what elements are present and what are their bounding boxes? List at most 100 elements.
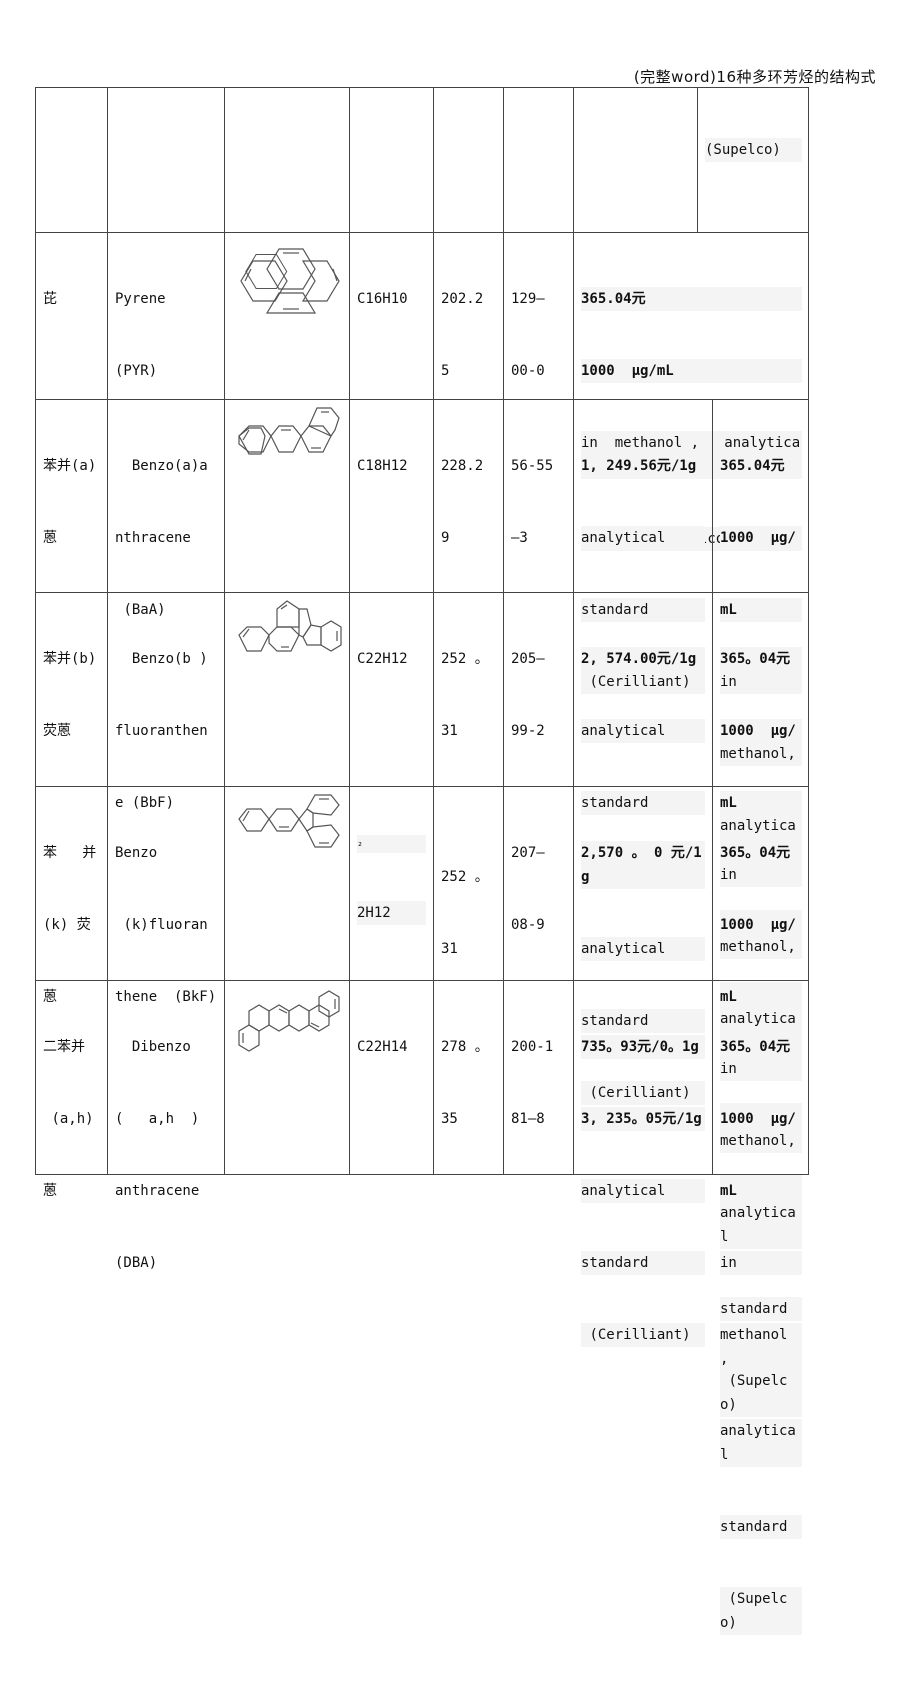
- price-cell-merged: 365.04元 1000 μg/mL in methanol , analyti…: [573, 232, 809, 551]
- chinese-name-cell: 二苯并 (a,h) 蒽: [35, 980, 107, 1199]
- price-line: 1000 μg/: [720, 526, 802, 550]
- english-name-cell: Pyrene (PYR): [107, 232, 224, 399]
- dibenzo-a-h-anthracene-structure-icon: [238, 990, 340, 1052]
- structure-cell: [224, 232, 349, 399]
- price-cell-b: 365。04元 1000 μg/ mL in methanol, analyti…: [712, 786, 809, 1417]
- price-line: mL: [720, 1179, 802, 1203]
- price-line: 1000 μg/: [720, 719, 802, 743]
- english-name-cell: Dibenzo ( a,h ) anthracene (DBA): [107, 980, 224, 1271]
- mw-line: 202.2: [441, 291, 484, 307]
- price-cell-a: 2, 574.00元/1g analytical standard (Ceril…: [573, 592, 712, 887]
- mw-cell: 252 。 31: [433, 592, 503, 786]
- price-line: 365。04元: [720, 647, 802, 671]
- price-line: 1000 μg/mL: [581, 359, 802, 383]
- cas-line: 56-55: [511, 458, 554, 474]
- pyrene-structure-icon: [240, 248, 340, 314]
- price-cell-b: 365.04元 1000 μg/ mL in methanol, analyti…: [712, 399, 809, 1006]
- top-row-cell-1: [35, 87, 107, 232]
- price-line: analytical: [581, 937, 705, 961]
- formula-cell: C22H14: [349, 980, 433, 1175]
- price-line: 365.04元: [720, 454, 802, 478]
- mw-cell: 278 。 35: [433, 980, 503, 1175]
- formula: C22H12: [357, 651, 408, 667]
- chinese-name-line: 二苯并: [43, 1039, 85, 1055]
- mw-line: 31: [441, 941, 458, 957]
- document-header-title: (完整word)16种多环芳烃的结构式: [633, 68, 876, 86]
- price-line: analytical: [581, 719, 705, 743]
- mw-line: 252 。: [441, 651, 489, 667]
- english-name-line: Benzo(a)a: [115, 458, 208, 474]
- english-name-line: Benzo: [115, 845, 158, 861]
- price-line: standard: [720, 1515, 802, 1539]
- top-row-cell-6: [503, 87, 573, 232]
- price-cell-b: 365。04元 1000 μg/ mL in methanol, analyti…: [712, 592, 809, 1223]
- mw-cell: 252 。 31: [433, 786, 503, 980]
- english-name-line: (PYR): [115, 363, 158, 379]
- formula: C18H12: [357, 458, 408, 474]
- english-name-line: (DBA): [115, 1255, 158, 1271]
- chinese-name-cell: 苯 并 (k) 荧 蒽: [35, 786, 107, 1005]
- mw-line: 228.2: [441, 458, 484, 474]
- english-name-line: Benzo(b ): [115, 651, 208, 667]
- formula: 2H12: [357, 901, 426, 925]
- price-line: 365。04元: [720, 1035, 802, 1059]
- structure-cell: [224, 592, 349, 786]
- english-name-line: fluoranthen: [115, 723, 208, 739]
- chinese-name-line: 苯并(a): [43, 458, 97, 474]
- structure-cell: [224, 786, 349, 980]
- price-line: (Supelco): [720, 1587, 802, 1635]
- chinese-name-cell: 芘: [35, 232, 107, 399]
- chinese-name-line: 苯并(b): [43, 651, 97, 667]
- chinese-name-line: 蒽: [43, 530, 57, 546]
- cas-line: 129—: [511, 291, 545, 307]
- mw-line: 278 。: [441, 1039, 489, 1055]
- formula-cell: C22H12: [349, 592, 433, 786]
- benzo-k-fluoranthene-structure-icon: [238, 794, 340, 848]
- cas-line: 200-1: [511, 1039, 554, 1055]
- cas-line: 81—8: [511, 1111, 545, 1127]
- english-name-line: anthracene: [115, 1183, 200, 1199]
- english-name-line: Pyrene: [115, 291, 166, 307]
- chinese-name-line: (k) 荧: [43, 917, 91, 933]
- structure-cell: [224, 399, 349, 592]
- cas-cell: 200-1 81—8: [503, 980, 573, 1175]
- cas-line: 00-0: [511, 363, 545, 379]
- price-line: (Supelco): [720, 1369, 802, 1417]
- chinese-name-line: 蒽: [43, 1183, 57, 1199]
- formula-cell: ₂ 2H12: [349, 786, 433, 980]
- price-line: 1, 249.56元/1g: [581, 454, 705, 478]
- price-line: analytical: [581, 1179, 705, 1203]
- supplier-text: (Supelco): [705, 138, 802, 162]
- formula-cell: C18H12: [349, 399, 433, 592]
- benzo-b-fluoranthene-structure-icon: [238, 600, 342, 652]
- cas-cell: 129— 00-0: [503, 232, 573, 399]
- cas-line: 08-9: [511, 917, 545, 933]
- chinese-name-cell: 苯并(a) 蒽: [35, 399, 107, 592]
- top-row-cell-8: (Supelco): [697, 87, 809, 232]
- price-line: analytical: [720, 1419, 802, 1467]
- price-line: standard: [581, 1251, 705, 1275]
- table-bottom-border: [35, 1174, 809, 1175]
- english-name-line: (k)fluoran: [115, 917, 208, 933]
- price-line: methanol ,: [720, 1323, 802, 1371]
- formula: C22H14: [357, 1039, 408, 1055]
- top-row-cell-5: [433, 87, 503, 232]
- cas-cell: 205— 99-2: [503, 592, 573, 786]
- top-row-cell-2: [107, 87, 224, 232]
- table-right-border: [808, 87, 809, 1175]
- mw-cell: 228.2 9: [433, 399, 503, 592]
- english-name-line: Dibenzo: [115, 1039, 191, 1055]
- price-line: 3, 235。05元/1g: [581, 1107, 705, 1131]
- cas-cell: 56-55 —3: [503, 399, 573, 592]
- price-line: 735。93元/0。1g: [581, 1035, 705, 1059]
- mw-line: 9: [441, 530, 450, 546]
- english-name-cell: Benzo (k)fluoran thene (BkF): [107, 786, 224, 1005]
- benzo-a-anthracene-structure-icon: [238, 407, 340, 455]
- formula: C16H10: [357, 291, 408, 307]
- price-line: (Cerilliant): [581, 1323, 705, 1347]
- mw-line: 35: [441, 1111, 458, 1127]
- price-line: in: [720, 1251, 802, 1275]
- cas-line: 205—: [511, 651, 545, 667]
- top-row-cell-4: [349, 87, 433, 232]
- cas-line: 99-2: [511, 723, 545, 739]
